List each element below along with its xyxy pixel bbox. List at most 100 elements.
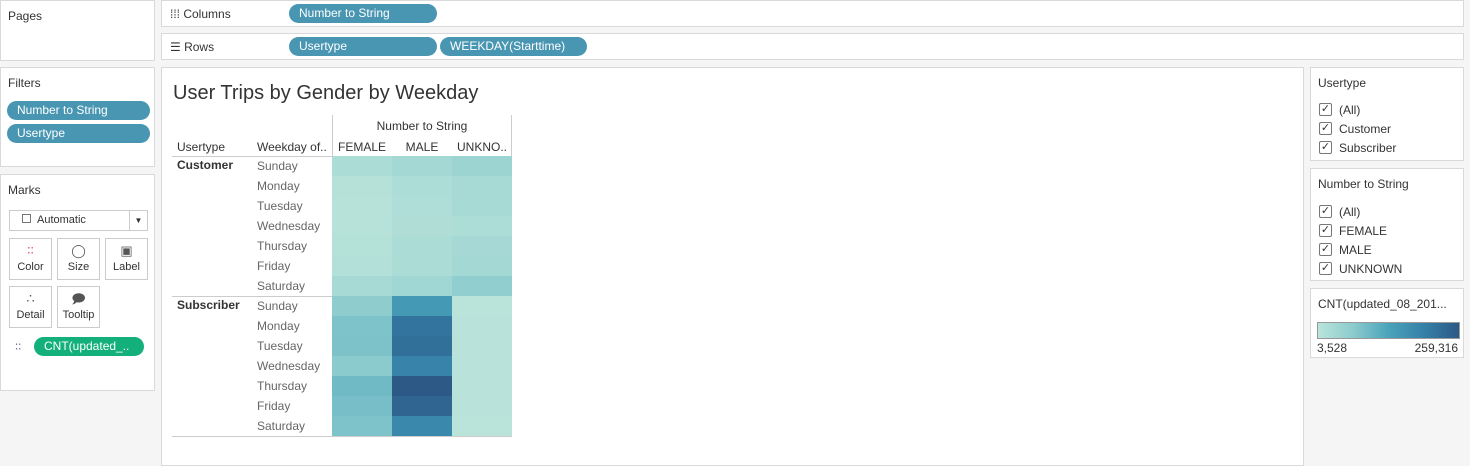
heatmap-cell[interactable] <box>392 396 452 416</box>
heatmap-cell[interactable] <box>392 236 452 256</box>
heatmap-cell[interactable] <box>452 376 512 396</box>
filter-checkbox[interactable]: ✓ Customer <box>1311 119 1463 138</box>
heatmap-cell[interactable] <box>452 256 512 276</box>
col-male: MALE <box>405 140 439 154</box>
heatmap-cell[interactable] <box>392 276 452 296</box>
checkbox-icon: ✓ <box>1319 141 1332 154</box>
filter-checkbox[interactable]: ✓ FEMALE <box>1311 221 1463 240</box>
heatmap-cell[interactable] <box>332 316 392 336</box>
label-icon: ▣ <box>120 243 133 258</box>
heatmap-cell[interactable] <box>392 196 452 216</box>
tooltip-label: Tooltip <box>62 309 95 321</box>
color-button[interactable]: ∶∶ Color <box>9 238 52 280</box>
filter-checkbox[interactable]: ✓ MALE <box>1311 240 1463 259</box>
checkbox-label: (All) <box>1339 102 1361 117</box>
heatmap-cell[interactable] <box>332 176 392 196</box>
weekday-label: Wednesday <box>257 359 321 373</box>
weekday-label: Thursday <box>257 379 308 393</box>
heatmap-cell[interactable] <box>392 176 452 196</box>
detail-icon: ∴ <box>26 291 35 306</box>
color-legend: CNT(updated_08_201... 3,528 259,316 <box>1310 288 1464 358</box>
heatmap-cell[interactable] <box>452 196 512 216</box>
heatmap-cell[interactable] <box>332 156 392 176</box>
weekday-label: Wednesday <box>257 219 321 233</box>
columns-label: ⁞⁞⁞ Columns <box>170 7 231 21</box>
heatmap-cell[interactable] <box>452 176 512 196</box>
heatmap-cell[interactable] <box>452 416 512 436</box>
heatmap-cell[interactable] <box>452 316 512 336</box>
heatmap-cell[interactable] <box>452 216 512 236</box>
filter-checkbox[interactable]: ✓ (All) <box>1311 202 1463 221</box>
rows-pill-weekday[interactable]: WEEKDAY(Starttime) <box>440 37 587 56</box>
mark-type-label: Automatic <box>37 214 86 226</box>
gender-legend: Number to String ✓ (All) ✓ FEMALE ✓ MALE ✓ UNKN… <box>1310 168 1464 281</box>
heatmap-cell[interactable] <box>392 296 452 316</box>
rows-pill-usertype[interactable]: Usertype <box>289 37 437 56</box>
rows-shelf[interactable]: ☰ Rows Usertype WEEKDAY(Starttime) <box>161 33 1464 60</box>
detail-label: Detail <box>16 309 45 321</box>
weekday-label: Thursday <box>257 239 308 253</box>
heatmap-cell[interactable] <box>332 296 392 316</box>
heatmap-cell[interactable] <box>392 316 452 336</box>
columns-shelf[interactable]: ⁞⁞⁞ Columns Number to String <box>161 0 1464 27</box>
label-button[interactable]: ▣ Label <box>105 238 148 280</box>
heatmap-cell[interactable] <box>452 156 512 176</box>
filter-checkbox[interactable]: ✓ Subscriber <box>1311 138 1463 157</box>
size-button[interactable]: ◯ Size <box>57 238 100 280</box>
heatmap-cell[interactable] <box>332 356 392 376</box>
heatmap-cell[interactable] <box>452 336 512 356</box>
marks-color-field-pill[interactable]: CNT(updated_.. <box>34 337 144 356</box>
heatmap-cell[interactable] <box>332 216 392 236</box>
view-title: User Trips by Gender by Weekday <box>173 82 479 104</box>
heatmap-cell[interactable] <box>332 236 392 256</box>
heatmap-cell[interactable] <box>452 396 512 416</box>
heatmap-cell[interactable] <box>392 356 452 376</box>
usertype-legend-title: Usertype <box>1318 76 1367 90</box>
heatmap-cell[interactable] <box>392 336 452 356</box>
checkbox-label: Customer <box>1339 121 1392 136</box>
heatmap-cell[interactable] <box>452 296 512 316</box>
heatmap-cell[interactable] <box>332 416 392 436</box>
gender-legend-title: Number to String <box>1318 177 1409 191</box>
weekday-label: Tuesday <box>257 199 303 213</box>
heatmap-cell[interactable] <box>452 356 512 376</box>
weekday-label: Sunday <box>257 299 298 313</box>
weekday-label: Friday <box>257 259 291 273</box>
heatmap-cell[interactable] <box>332 396 392 416</box>
color-max: 259,316 <box>1414 341 1458 355</box>
filter-checkbox[interactable]: ✓ UNKNOWN <box>1311 259 1463 278</box>
heatmap-cell[interactable] <box>392 256 452 276</box>
heatmap-cell[interactable] <box>332 276 392 296</box>
rows-label: ☰ Rows <box>170 40 215 54</box>
filter-pill-usertype[interactable]: Usertype <box>7 124 150 143</box>
heatmap-cell[interactable] <box>392 416 452 436</box>
heatmap-cell[interactable] <box>392 216 452 236</box>
color-dots-icon: ∶∶ <box>27 243 34 258</box>
heatmap-cell[interactable] <box>452 236 512 256</box>
checkbox-label: (All) <box>1339 204 1361 219</box>
label-label: Label <box>113 261 140 273</box>
col-female: FEMALE <box>337 140 386 154</box>
chevron-down-icon: ▼ <box>129 211 147 230</box>
heatmap-cell[interactable] <box>332 196 392 216</box>
pages-panel[interactable]: Pages <box>0 0 155 61</box>
heatmap-cell[interactable] <box>332 256 392 276</box>
usertype-legend: Usertype ✓ (All) ✓ Customer ✓ Subscriber <box>1310 67 1464 161</box>
heatmap-cell[interactable] <box>332 376 392 396</box>
filter-pill-gender[interactable]: Number to String <box>7 101 150 120</box>
group-label: Subscriber <box>177 298 240 312</box>
mark-type-dropdown[interactable]: Automatic ▼ <box>9 210 148 231</box>
detail-button[interactable]: ∴ Detail <box>9 286 52 328</box>
heatmap-cell[interactable] <box>392 376 452 396</box>
heatmap-cell[interactable] <box>332 336 392 356</box>
checkbox-icon: ✓ <box>1319 205 1332 218</box>
filter-checkbox[interactable]: ✓ (All) <box>1311 100 1463 119</box>
color-min: 3,528 <box>1317 341 1348 355</box>
checkbox-label: Subscriber <box>1339 140 1397 155</box>
size-label: Size <box>67 261 90 273</box>
checkbox-label: MALE <box>1339 242 1372 257</box>
heatmap-cell[interactable] <box>392 156 452 176</box>
columns-pill[interactable]: Number to String <box>289 4 437 23</box>
tooltip-button[interactable]: 🗩 Tooltip <box>57 286 100 328</box>
heatmap-cell[interactable] <box>452 276 512 296</box>
